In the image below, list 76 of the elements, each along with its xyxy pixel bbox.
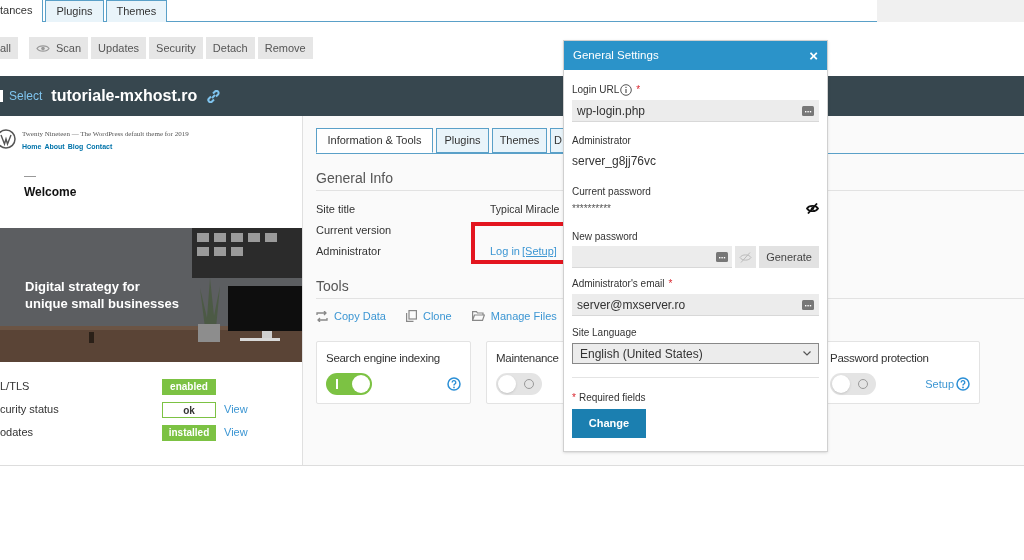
view-link[interactable]: View	[224, 424, 248, 441]
status-badge: enabled	[162, 378, 216, 395]
setup-link[interactable]: [Setup]	[522, 243, 557, 260]
toolbar-button[interactable]: Updates	[91, 37, 147, 59]
status-badge: installed	[162, 424, 216, 441]
input-field[interactable]	[572, 246, 733, 268]
tool-link[interactable]: Clone	[406, 307, 452, 325]
password-manager-icon[interactable]	[802, 299, 814, 310]
toggle-switch[interactable]	[830, 373, 876, 396]
info-label: Site title	[316, 202, 357, 218]
required-mark: *	[572, 391, 576, 405]
hero-headline: Digital strategy for unique small businesses	[25, 278, 180, 312]
field-label: Administrator's email	[572, 277, 665, 291]
link-icon[interactable]	[207, 89, 221, 103]
input-field[interactable]: server@mxserver.ro	[572, 294, 819, 316]
input-field[interactable]: wp-login.php	[572, 100, 819, 122]
tab[interactable]: Themes	[105, 0, 168, 22]
password-value: **********	[572, 202, 612, 216]
toggle-switch[interactable]	[326, 373, 372, 396]
card-title: Password protection	[830, 351, 929, 366]
checkbox[interactable]	[0, 90, 3, 102]
tab[interactable]: Plugins	[45, 0, 104, 22]
toolbar-button[interactable]: Detach	[205, 37, 255, 59]
password-manager-icon[interactable]	[802, 105, 814, 116]
toolbar-button[interactable]: all	[0, 37, 18, 59]
required-mark: *	[636, 83, 641, 97]
tab[interactable]: Information & Tools	[316, 128, 433, 153]
toolbar-button[interactable]: Security	[149, 37, 203, 59]
setup-link[interactable]: Setup	[925, 376, 954, 393]
required-mark: *	[668, 277, 673, 291]
swap-icon	[316, 310, 328, 322]
status-label: L/TLS	[0, 379, 31, 395]
folder-icon	[471, 311, 485, 321]
toolbar-button[interactable]: Remove	[257, 37, 313, 59]
close-button[interactable]: ×	[809, 48, 818, 63]
eye-slash-icon	[739, 251, 753, 263]
password-manager-icon[interactable]	[716, 251, 729, 262]
tab[interactable]: D	[550, 128, 563, 153]
info-label: Current version	[316, 223, 393, 239]
wordpress-logo-icon	[0, 129, 16, 149]
log-in-link[interactable]: Log in	[490, 243, 520, 260]
generate-button[interactable]: Generate	[759, 246, 819, 268]
view-link[interactable]: View	[224, 401, 248, 418]
change-button[interactable]: Change	[572, 409, 646, 438]
chevron-down-icon	[803, 351, 811, 356]
tool-link[interactable]: Copy Data	[316, 307, 386, 325]
required-note: Required fields	[578, 391, 646, 405]
select-link[interactable]: Select	[9, 87, 43, 105]
eye-slash-icon[interactable]	[806, 203, 819, 214]
help-icon[interactable]	[956, 377, 970, 392]
tool-link[interactable]: Manage Files	[471, 307, 557, 325]
info-value: Typical Miracle	[490, 201, 560, 217]
info-icon[interactable]	[620, 83, 633, 96]
card-title: Search engine indexing	[326, 351, 440, 366]
tab[interactable]: Plugins	[436, 128, 489, 153]
tab[interactable]: tances	[0, 0, 44, 22]
language-select[interactable]: English (United States)	[572, 343, 819, 364]
status-label: odates	[0, 425, 35, 441]
status-badge: ok	[162, 401, 216, 418]
field-label: New password	[572, 230, 638, 244]
site-name: tutoriale-mxhost.ro	[51, 86, 198, 106]
field-label: Administrator	[572, 134, 631, 148]
help-icon[interactable]	[447, 377, 461, 392]
toolbar-button[interactable]: Scan	[29, 37, 89, 59]
tab[interactable]: Themes	[492, 128, 547, 153]
field-label: Site Language	[572, 326, 637, 340]
info-label: Administrator	[316, 244, 382, 260]
card-title: Maintenance	[496, 351, 559, 366]
page-heading: Welcome	[24, 184, 78, 201]
dialog-title: General Settings	[573, 47, 660, 63]
field-label: Login URL	[572, 83, 620, 97]
status-label: curity status	[0, 402, 60, 418]
eye-icon	[36, 43, 50, 53]
copy-icon	[406, 310, 417, 322]
toggle-switch[interactable]	[496, 373, 542, 396]
administrator-value: server_g8jj76vc	[572, 153, 658, 170]
